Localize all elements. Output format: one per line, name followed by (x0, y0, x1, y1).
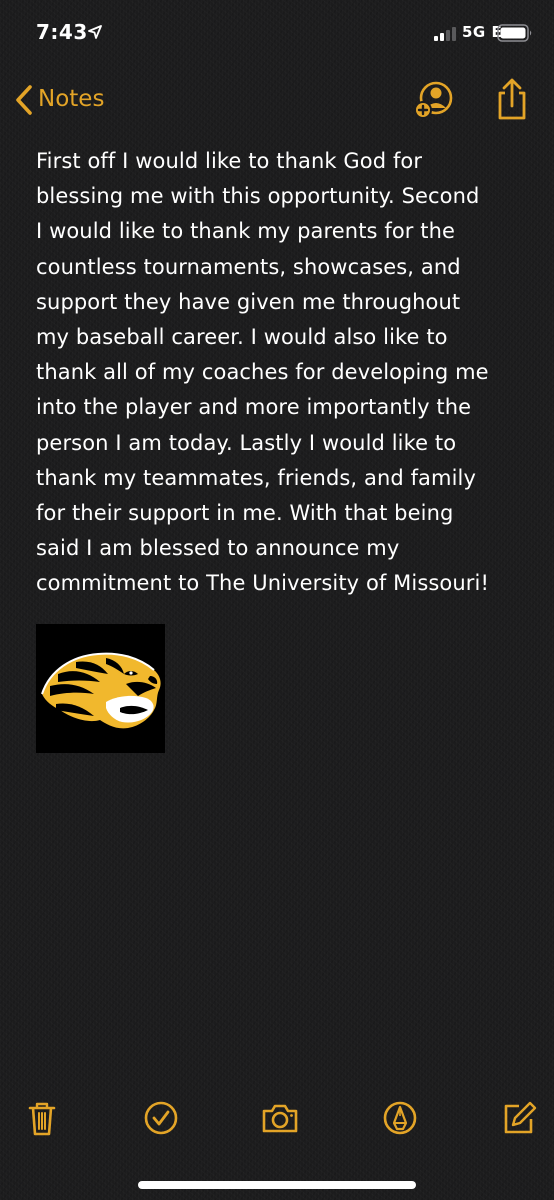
note-body-text[interactable]: First off I would like to thank God for … (36, 144, 536, 602)
back-to-notes-button[interactable]: Notes (10, 80, 120, 120)
status-bar: 7:43 5G E (0, 0, 554, 60)
signal-bars-icon (434, 26, 458, 41)
camera-button[interactable] (260, 1098, 300, 1138)
markup-button[interactable] (380, 1098, 420, 1138)
share-icon (492, 78, 532, 126)
home-indicator[interactable] (138, 1181, 416, 1189)
compose-note-button[interactable] (499, 1098, 539, 1138)
battery-icon (497, 24, 533, 42)
add-people-button[interactable] (412, 78, 456, 122)
status-time: 7:43 (36, 20, 88, 44)
share-button[interactable] (492, 76, 532, 122)
trash-icon (22, 1102, 62, 1142)
bottom-toolbar (0, 1090, 554, 1146)
location-arrow-icon (88, 24, 102, 39)
compose-icon (499, 1101, 539, 1142)
navigation-bar: Notes (0, 72, 554, 126)
tiger-logo (41, 652, 161, 729)
checklist-icon (141, 1101, 181, 1142)
add-people-icon (412, 81, 456, 126)
back-button-label: Notes (38, 86, 105, 112)
delete-note-button[interactable] (22, 1098, 62, 1138)
camera-icon (260, 1104, 300, 1142)
attached-image[interactable] (36, 624, 165, 753)
checklist-button[interactable] (141, 1098, 181, 1138)
markup-icon (380, 1101, 420, 1142)
chevron-left-icon (14, 84, 34, 116)
